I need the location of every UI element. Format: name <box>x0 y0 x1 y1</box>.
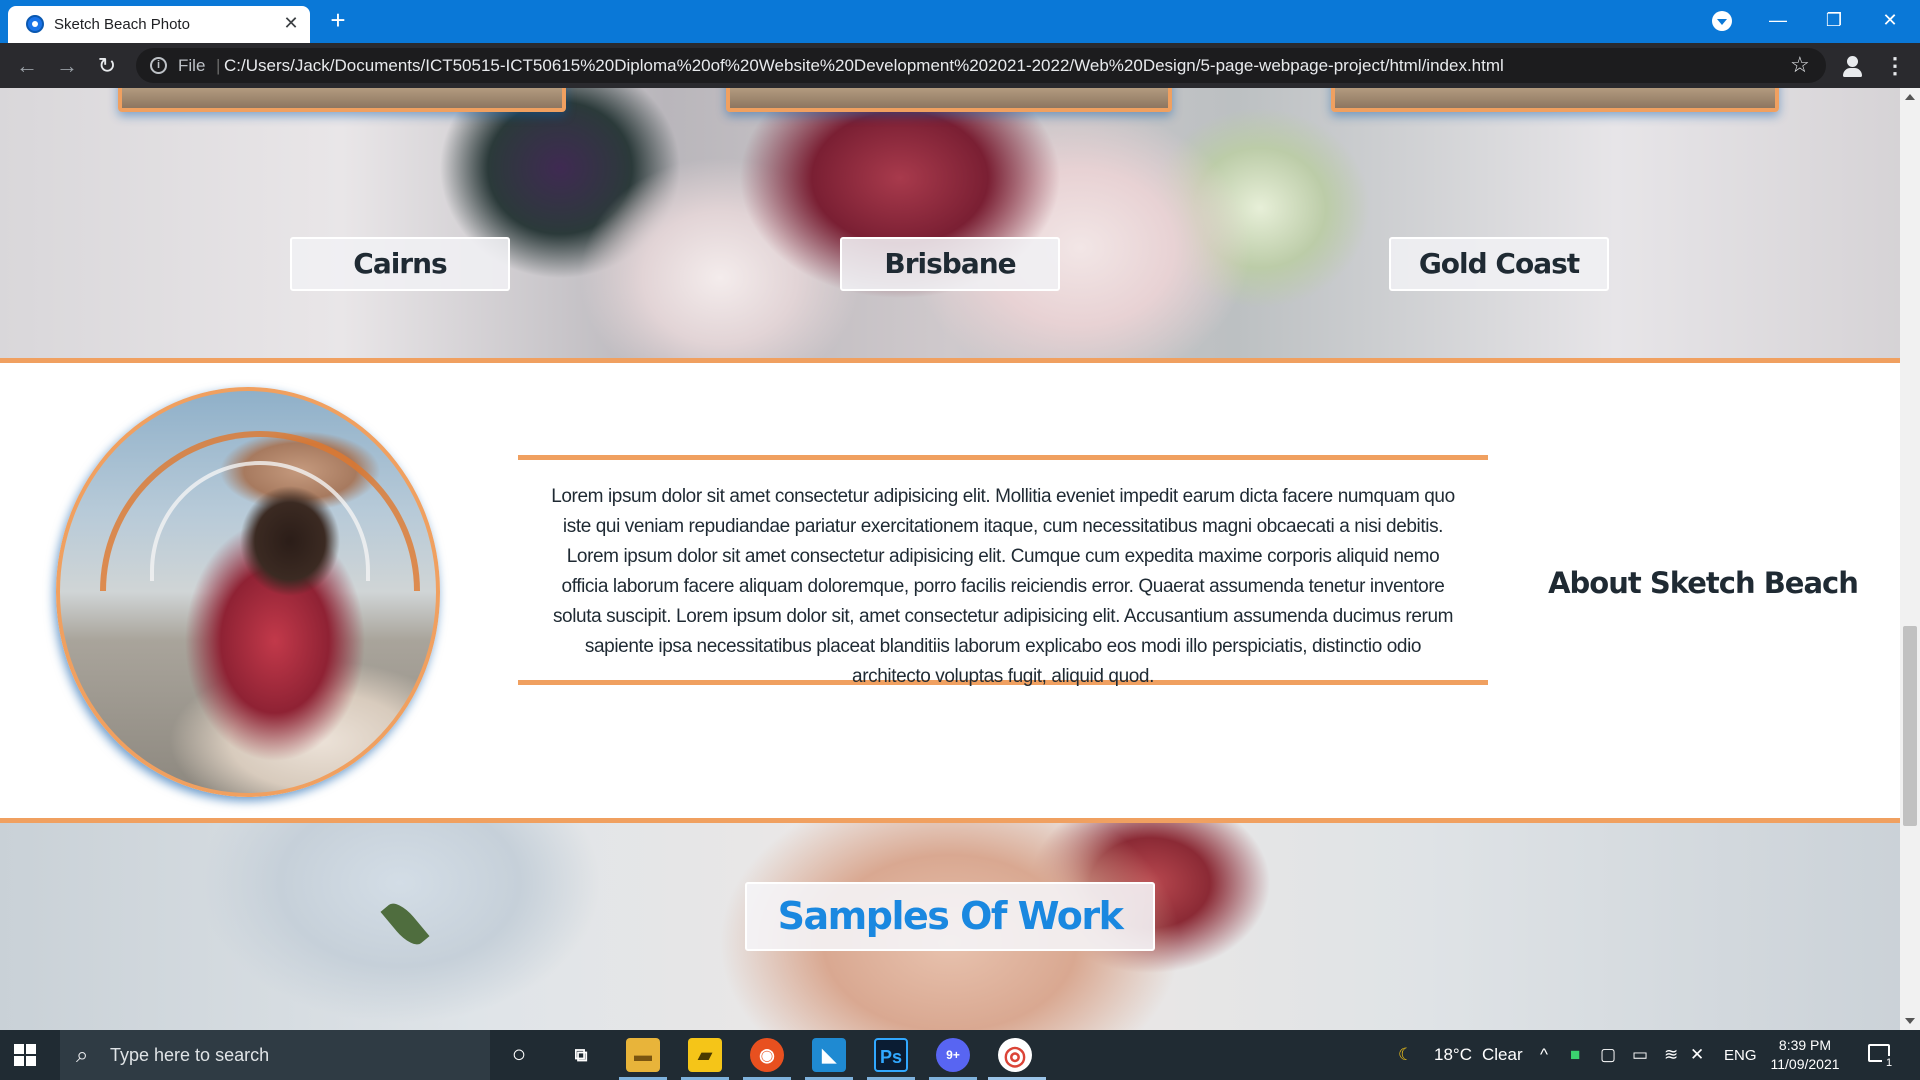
restore-button[interactable]: ❐ <box>1806 0 1862 40</box>
vscode-icon[interactable]: ◣ <box>812 1038 846 1072</box>
tab-search-icon[interactable] <box>1712 11 1732 31</box>
beach-thumbnail-cairns[interactable] <box>118 88 566 112</box>
info-icon[interactable]: i <box>150 57 167 74</box>
page-scrollbar[interactable] <box>1900 88 1920 1030</box>
device-tray-icon[interactable]: ▢ <box>1600 1045 1616 1065</box>
task-view-icon[interactable]: ⧉ <box>564 1038 598 1072</box>
search-placeholder: Type here to search <box>110 1045 270 1065</box>
about-text-block: Lorem ipsum dolor sit amet consectetur a… <box>518 455 1488 687</box>
city-button-cairns[interactable]: Cairns <box>290 237 510 291</box>
globe-icon <box>26 15 44 33</box>
discord-icon[interactable]: 9+ <box>936 1038 970 1072</box>
chrome-icon[interactable]: ◎ <box>998 1038 1032 1072</box>
scrollbar-thumb[interactable] <box>1903 626 1917 826</box>
language-indicator[interactable]: ENG <box>1724 1047 1757 1064</box>
samples-of-work-button[interactable]: Samples Of Work <box>745 882 1155 951</box>
clock-time: 8:39 PM <box>1778 1037 1832 1053</box>
nvidia-tray-icon[interactable]: ■ <box>1570 1045 1580 1065</box>
back-button[interactable]: ← <box>12 51 42 81</box>
beach-thumbnail-brisbane[interactable] <box>726 88 1172 112</box>
city-button-gold-coast[interactable]: Gold Coast <box>1389 237 1609 291</box>
browser-toolbar: ← → ↻ i File | C:/Users/Jack/Documents/I… <box>0 43 1920 88</box>
scroll-down-icon[interactable] <box>1905 1018 1915 1024</box>
wifi-icon[interactable]: ≋ <box>1664 1045 1678 1065</box>
weather-condition[interactable]: Clear <box>1482 1045 1523 1065</box>
reload-button[interactable]: ↻ <box>92 51 122 81</box>
taskbar-clock[interactable]: 8:39 PM 11/09/2021 <box>1760 1036 1850 1074</box>
file-explorer-icon[interactable]: ▬ <box>626 1038 660 1072</box>
firefox-icon[interactable]: ◉ <box>750 1038 784 1072</box>
windows-taskbar: ⌕ Type here to search ○ ⧉ ▬ ▰ ◉ ◣ Ps 9+ … <box>0 1030 1920 1080</box>
close-window-button[interactable]: ✕ <box>1862 0 1918 40</box>
notification-count: 1 <box>1882 1056 1896 1070</box>
sticky-notes-icon[interactable]: ▰ <box>688 1038 722 1072</box>
samples-background-section: Samples Of Work <box>0 823 1900 1030</box>
windows-start-icon[interactable] <box>14 1044 36 1066</box>
profile-icon[interactable] <box>1840 53 1866 79</box>
flower-background-section: Cairns Brisbane Gold Coast <box>0 88 1900 358</box>
forward-button[interactable]: → <box>52 51 82 81</box>
tab-title: Sketch Beach Photo <box>54 16 190 33</box>
bookmark-star-icon[interactable]: ☆ <box>1790 52 1810 78</box>
taskbar-search[interactable]: ⌕ Type here to search <box>60 1030 490 1080</box>
page-viewport: Cairns Brisbane Gold Coast Lorem ipsum d… <box>0 88 1900 1030</box>
photographer-portrait <box>56 387 440 797</box>
moon-weather-icon[interactable]: ☾ <box>1398 1045 1413 1065</box>
photoshop-icon[interactable]: Ps <box>874 1038 908 1072</box>
beach-thumbnail-gold-coast[interactable] <box>1331 88 1779 112</box>
about-section: Lorem ipsum dolor sit amet consectetur a… <box>0 363 1900 818</box>
browser-tab[interactable]: Sketch Beach Photo ✕ <box>8 6 310 43</box>
close-tab-icon[interactable]: ✕ <box>280 12 302 34</box>
minimize-button[interactable]: — <box>1750 0 1806 40</box>
browser-menu-button[interactable]: ⋮ <box>1884 51 1906 81</box>
new-tab-button[interactable]: + <box>324 6 352 34</box>
battery-icon[interactable]: ▭ <box>1632 1045 1648 1065</box>
leaf-decoration <box>380 897 430 951</box>
scroll-up-icon[interactable] <box>1905 94 1915 100</box>
address-separator: | <box>216 56 221 75</box>
cortana-icon[interactable]: ○ <box>502 1038 536 1072</box>
about-heading: About Sketch Beach <box>1548 566 1859 600</box>
search-icon: ⌕ <box>76 1042 89 1067</box>
volume-muted-icon[interactable]: ✕ <box>1690 1045 1704 1065</box>
about-paragraph: Lorem ipsum dolor sit amet consectetur a… <box>551 486 1455 687</box>
scheme-label: File <box>178 56 206 75</box>
city-button-brisbane[interactable]: Brisbane <box>840 237 1060 291</box>
tray-overflow-chevron-icon[interactable]: ^ <box>1540 1045 1548 1065</box>
url-text[interactable]: C:/Users/Jack/Documents/ICT50515-ICT5061… <box>224 56 1504 76</box>
address-bar[interactable]: i File | C:/Users/Jack/Documents/ICT5051… <box>136 48 1826 83</box>
weather-temp[interactable]: 18°C <box>1434 1045 1472 1065</box>
clock-date: 11/09/2021 <box>1770 1056 1840 1072</box>
tab-strip: Sketch Beach Photo ✕ + — ❐ ✕ <box>0 0 1920 43</box>
